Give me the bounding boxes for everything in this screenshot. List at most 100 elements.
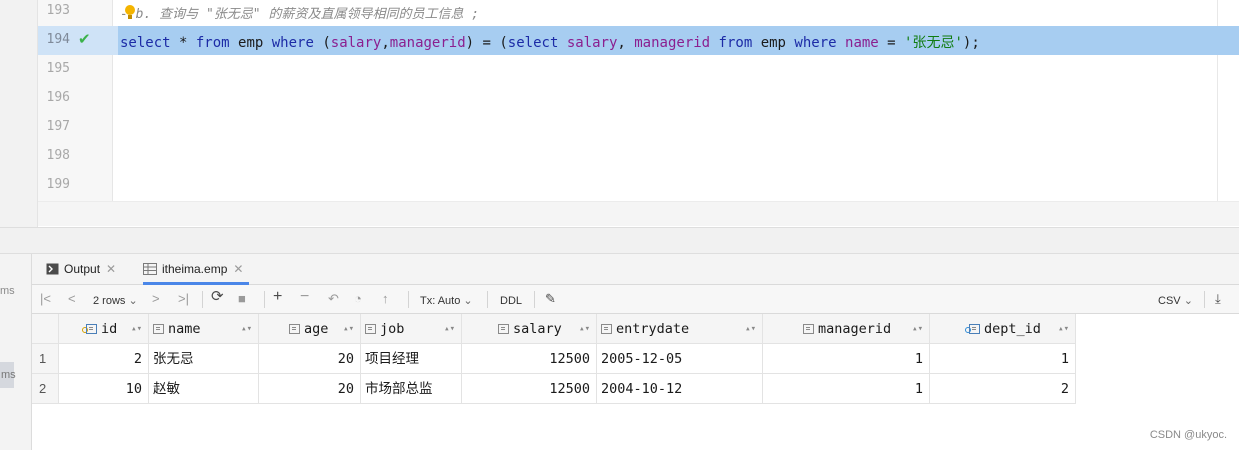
editor-line[interactable]: 198 — [38, 142, 1239, 171]
editor-line[interactable]: 193 - b. 查询与 "张无忌" 的薪资及直属领导相同的员工信息 ; — [38, 0, 1239, 26]
sort-icon[interactable]: ▴▾ — [444, 314, 455, 343]
column-header-job[interactable]: job ▴▾ — [361, 314, 462, 344]
tab-itheima-emp[interactable]: itheima.emp ✕ — [143, 254, 250, 285]
cell-job[interactable]: 项目经理 — [361, 344, 462, 374]
cell-salary[interactable]: 12500 — [462, 374, 597, 404]
sort-icon[interactable]: ▴▾ — [579, 314, 590, 343]
sort-icon[interactable]: ▴▾ — [912, 314, 923, 343]
tx-mode-dropdown[interactable]: Tx: Auto ⌄ — [420, 292, 473, 310]
close-icon[interactable]: ✕ — [233, 262, 243, 276]
export-format-dropdown[interactable]: CSV ⌄ — [1158, 292, 1193, 310]
table-row[interactable]: 1 2 张无忌 20 项目经理 12500 2005-12-05 1 1 — [32, 344, 1076, 374]
editor-line[interactable]: 196 — [38, 84, 1239, 113]
column-header-name[interactable]: name ▴▾ — [149, 314, 259, 344]
sort-icon[interactable]: ▴▾ — [131, 314, 142, 343]
line-number: 196 — [46, 90, 70, 105]
cell-age[interactable]: 20 — [259, 374, 361, 404]
column-header-entrydate[interactable]: entrydate ▴▾ — [597, 314, 763, 344]
sql-editor[interactable]: 193 - b. 查询与 "张无忌" 的薪资及直属领导相同的员工信息 ; 194… — [38, 0, 1239, 226]
cell-managerid[interactable]: 1 — [763, 344, 930, 374]
prev-page-icon[interactable]: < — [68, 290, 76, 308]
tab-output[interactable]: Output ✕ — [46, 254, 116, 285]
add-row-icon[interactable]: + — [273, 288, 282, 306]
column-header-id[interactable]: id ▴▾ — [59, 314, 149, 344]
editor-line[interactable]: 197 — [38, 113, 1239, 142]
editor-line[interactable]: 195 — [38, 55, 1239, 84]
sort-icon[interactable]: ▴▾ — [241, 314, 252, 343]
grid-header-row: id ▴▾ name ▴▾ age ▴▾ job ▴▾ salary ▴▾ entryda… — [32, 314, 1076, 344]
side-panel-strip: ms ms — [0, 254, 32, 450]
sql-comment: - b. 查询与 "张无忌" 的薪资及直属领导相同的员工信息 ; — [120, 7, 480, 22]
sql-identifier: name — [845, 35, 879, 51]
cell-dept-id[interactable]: 1 — [930, 344, 1076, 374]
column-header-managerid[interactable]: managerid ▴▾ — [763, 314, 930, 344]
column-icon — [153, 324, 164, 334]
column-icon — [86, 324, 97, 334]
sql-identifier: salary — [330, 35, 382, 51]
line-number: 193 — [46, 3, 70, 18]
results-panel: Output ✕ itheima.emp ✕ |< < 2 rows ⌄ > >| … — [32, 254, 1239, 450]
cell-salary[interactable]: 12500 — [462, 344, 597, 374]
executed-check-icon: ✔ — [78, 30, 91, 48]
editor-left-strip — [0, 0, 38, 227]
ddl-button[interactable]: DDL — [500, 292, 522, 310]
rows-dropdown[interactable]: 2 rows ⌄ — [93, 292, 138, 310]
editor-line-current[interactable]: 194 ✔ select * from emp where (salary,ma… — [38, 26, 1239, 55]
row-number[interactable]: 1 — [32, 344, 59, 374]
line-number: 199 — [46, 177, 70, 192]
line-content[interactable]: - b. 查询与 "张无忌" 的薪资及直属领导相同的员工信息 ; — [118, 0, 1051, 26]
column-icon — [601, 324, 612, 334]
results-tabs: Output ✕ itheima.emp ✕ — [32, 254, 1239, 285]
sort-icon[interactable]: ▴▾ — [343, 314, 354, 343]
cell-age[interactable]: 20 — [259, 344, 361, 374]
cell-name[interactable]: 赵敏 — [149, 374, 259, 404]
cell-name[interactable]: 张无忌 — [149, 344, 259, 374]
refresh-icon[interactable]: ⟳ — [211, 288, 224, 306]
cell-entrydate[interactable]: 2005-12-05 — [597, 344, 763, 374]
cell-dept-id[interactable]: 2 — [930, 374, 1076, 404]
submit-icon[interactable]: ↑ — [382, 290, 389, 308]
line-number: 194 — [46, 32, 70, 47]
column-header-salary[interactable]: salary ▴▾ — [462, 314, 597, 344]
sql-identifier: salary — [566, 35, 618, 51]
console-icon — [46, 263, 59, 278]
delete-row-icon[interactable]: − — [300, 288, 309, 306]
stop-icon[interactable]: ■ — [238, 290, 246, 308]
column-header-age[interactable]: age ▴▾ — [259, 314, 361, 344]
row-number[interactable]: 2 — [32, 374, 59, 404]
column-header-dept-id[interactable]: dept_id ▴▾ — [930, 314, 1076, 344]
side-panel-fragment: ms — [0, 285, 15, 297]
cell-id[interactable]: 2 — [59, 344, 149, 374]
sort-icon[interactable]: ▴▾ — [1058, 314, 1069, 343]
results-toolbar: |< < 2 rows ⌄ > >| ⟳ ■ + − ↶ ◔ ↑ Tx: Aut… — [32, 285, 1239, 314]
revert-icon[interactable]: ↶ — [328, 290, 339, 308]
sql-statement[interactable]: select * from emp where (salary,manageri… — [118, 26, 1239, 55]
panel-splitter[interactable] — [0, 227, 1239, 254]
watermark: CSDN @ukyoc. — [1149, 429, 1227, 441]
last-page-icon[interactable]: >| — [178, 290, 189, 308]
preview-icon[interactable]: ◔ — [354, 290, 362, 308]
cell-managerid[interactable]: 1 — [763, 374, 930, 404]
next-page-icon[interactable]: > — [152, 290, 160, 308]
intention-bulb-icon[interactable] — [125, 5, 135, 20]
sql-keyword: where — [794, 35, 837, 51]
column-icon — [365, 324, 376, 334]
sort-icon[interactable]: ▴▾ — [745, 314, 756, 343]
side-panel-fragment-selected[interactable]: ms — [0, 362, 16, 388]
cell-job[interactable]: 市场部总监 — [361, 374, 462, 404]
close-icon[interactable]: ✕ — [106, 262, 116, 276]
editor-line[interactable]: 199 — [38, 171, 1239, 200]
cell-id[interactable]: 10 — [59, 374, 149, 404]
download-icon[interactable]: ⤓ — [1215, 290, 1221, 308]
column-icon — [289, 324, 300, 334]
cell-entrydate[interactable]: 2004-10-12 — [597, 374, 763, 404]
line-number: 197 — [46, 119, 70, 134]
table-row[interactable]: 2 10 赵敏 20 市场部总监 12500 2004-10-12 1 2 — [32, 374, 1076, 404]
tab-label: Output — [64, 262, 101, 276]
tab-label: itheima.emp — [162, 262, 228, 276]
sql-identifier: managerid — [389, 35, 466, 51]
pin-icon[interactable]: ✎ — [545, 290, 556, 308]
row-number-header — [32, 314, 59, 344]
first-page-icon[interactable]: |< — [40, 290, 51, 308]
sql-string: '张无忌' — [904, 35, 963, 51]
